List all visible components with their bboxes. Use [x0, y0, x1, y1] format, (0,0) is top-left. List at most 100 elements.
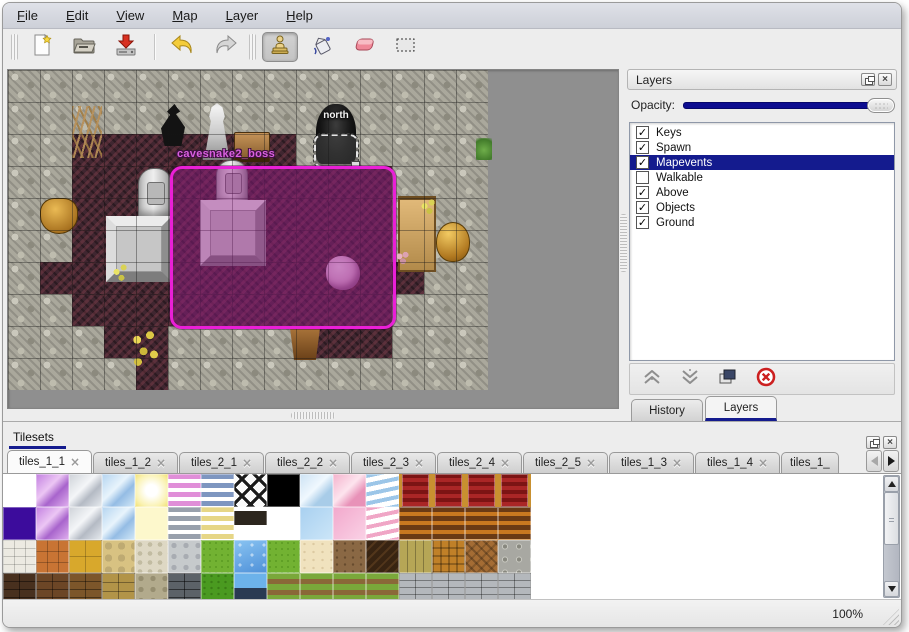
menu-map[interactable]: Map — [172, 8, 197, 23]
tileset-tile-lat[interactable] — [234, 474, 267, 507]
layer-row-keys[interactable]: ✓Keys — [630, 125, 894, 140]
plant-small[interactable] — [418, 198, 440, 216]
tileset-tile-watd[interactable] — [234, 573, 267, 599]
tab-close-icon[interactable]: × — [586, 457, 596, 469]
redo-button[interactable] — [207, 32, 243, 62]
tileset-tile-bbr[interactable] — [36, 573, 69, 599]
tileset-tile-pkg[interactable] — [333, 474, 366, 507]
tileset-tile-pks[interactable] — [333, 507, 366, 540]
tileset-tile-plkv[interactable] — [399, 540, 432, 573]
tileset-tile-blu2[interactable] — [300, 474, 333, 507]
new-map-button[interactable] — [24, 32, 60, 62]
tileset-tile-icep[interactable] — [366, 507, 399, 540]
tileset-tile-sign[interactable] — [234, 507, 267, 540]
tileset-tile-lbl[interactable] — [300, 507, 333, 540]
tileset-tab-tiles_1_4[interactable]: tiles_1_4× — [695, 452, 780, 473]
tileset-tile-gyst[interactable] — [168, 507, 201, 540]
tileset-tile-gbrl[interactable] — [432, 573, 465, 599]
tileset-tile-vio[interactable] — [36, 474, 69, 507]
layer-checkbox[interactable]: ✓ — [636, 156, 649, 169]
tab-close-icon[interactable]: × — [328, 457, 338, 469]
tileset-tile-swl[interactable] — [135, 573, 168, 599]
basket[interactable] — [40, 198, 78, 234]
tileset-tile-brst[interactable] — [432, 507, 465, 540]
tileset-tile-pur[interactable] — [3, 507, 36, 540]
splitter-handle[interactable] — [620, 214, 627, 272]
tab-close-icon[interactable]: × — [672, 457, 682, 469]
tileset-tile-gpth[interactable] — [366, 573, 399, 599]
tileset-tile-dbr[interactable] — [3, 573, 36, 599]
tileset-tile-tanb[interactable] — [102, 540, 135, 573]
tileset-tile-redc[interactable] — [399, 474, 432, 507]
tileset-tile-herr[interactable] — [465, 540, 498, 573]
moss[interactable] — [476, 138, 492, 160]
tileset-tile-redc[interactable] — [498, 474, 531, 507]
event-marquee[interactable] — [314, 134, 358, 168]
tileset-tile-ylst[interactable] — [201, 507, 234, 540]
tileset-tile-hdg[interactable] — [201, 573, 234, 599]
tileset-tile-wh[interactable] — [267, 507, 300, 540]
berries-yellow[interactable] — [126, 326, 166, 372]
tileset-tile-blk[interactable] — [267, 474, 300, 507]
tileset-tab-tiles_2_4[interactable]: tiles_2_4× — [437, 452, 522, 473]
duplicate-layer-button[interactable] — [716, 368, 740, 390]
tileset-tab-tiles_1_2[interactable]: tiles_1_2× — [93, 452, 178, 473]
layer-checkbox[interactable]: ✓ — [636, 201, 649, 214]
close-panel-icon[interactable]: × — [883, 436, 897, 449]
tileset-tile-dirt[interactable] — [333, 540, 366, 573]
tileset-tile-gbrd[interactable] — [168, 573, 201, 599]
toolbar-grip[interactable] — [249, 34, 256, 60]
eraser-tool-button[interactable] — [346, 32, 382, 62]
tileset-tile-brst[interactable] — [498, 507, 531, 540]
tileset-tile-ice[interactable] — [366, 474, 399, 507]
tileset-tile-gold[interactable] — [69, 540, 102, 573]
fill-tool-button[interactable] — [304, 32, 340, 62]
layer-row-above[interactable]: ✓Above — [630, 185, 894, 200]
tileset-tab-tiles_1_[interactable]: tiles_1_ — [781, 452, 839, 473]
layer-row-walkable[interactable]: Walkable — [630, 170, 894, 185]
tileset-tile-sil[interactable] — [69, 507, 102, 540]
toolbar-grip[interactable] — [11, 34, 18, 60]
tab-layers[interactable]: Layers — [705, 396, 777, 421]
tileset-tile-gstn[interactable] — [168, 540, 201, 573]
delete-layer-button[interactable] — [754, 368, 778, 390]
tileset-tile-redc[interactable] — [465, 474, 498, 507]
scroll-tabs-left-button[interactable] — [866, 450, 882, 472]
jug[interactable] — [436, 222, 470, 262]
tileset-tile-blu[interactable] — [102, 474, 135, 507]
tileset-tile-brst[interactable] — [399, 507, 432, 540]
gravestone-left[interactable] — [138, 168, 172, 218]
tileset-tile-sil[interactable] — [69, 474, 102, 507]
tileset-scrollbar[interactable] — [883, 475, 900, 598]
tileset-tile-gpth[interactable] — [300, 573, 333, 599]
tileset-tile-oran[interactable] — [36, 540, 69, 573]
layer-row-ground[interactable]: ✓Ground — [630, 215, 894, 230]
tileset-tile-gpth[interactable] — [333, 573, 366, 599]
tileset-tab-tiles_2_5[interactable]: tiles_2_5× — [523, 452, 608, 473]
tab-close-icon[interactable]: × — [156, 457, 166, 469]
tileset-tile-blu[interactable] — [102, 507, 135, 540]
tab-close-icon[interactable]: × — [242, 457, 252, 469]
tileset-tile-vio[interactable] — [36, 507, 69, 540]
menu-layer[interactable]: Layer — [226, 8, 259, 23]
scroll-tabs-right-button[interactable] — [883, 450, 899, 472]
tileset-tab-tiles_2_3[interactable]: tiles_2_3× — [351, 452, 436, 473]
tab-close-icon[interactable]: × — [70, 456, 80, 468]
tileset-tile-glog[interactable] — [498, 540, 531, 573]
scrollbar-thumb[interactable] — [884, 492, 899, 545]
wood-sign[interactable] — [234, 132, 270, 162]
tileset-tile-pkst[interactable] — [168, 474, 201, 507]
map-view[interactable]: northcavesnake2_boss — [7, 69, 619, 409]
map-canvas[interactable]: northcavesnake2_boss — [8, 70, 488, 390]
layer-row-spawn[interactable]: ✓Spawn — [630, 140, 894, 155]
tileset-tab-tiles_1_1[interactable]: tiles_1_1× — [7, 450, 92, 473]
tileset-tile-redc[interactable] — [432, 474, 465, 507]
opacity-slider-thumb[interactable] — [867, 98, 895, 113]
tab-close-icon[interactable]: × — [414, 457, 424, 469]
menu-edit[interactable]: Edit — [66, 8, 88, 23]
menu-help[interactable]: Help — [286, 8, 313, 23]
tileset-tab-tiles_2_2[interactable]: tiles_2_2× — [265, 452, 350, 473]
layer-checkbox[interactable]: ✓ — [636, 186, 649, 199]
tileset-tile-stw[interactable] — [3, 540, 36, 573]
tileset-tile-gpth[interactable] — [267, 573, 300, 599]
